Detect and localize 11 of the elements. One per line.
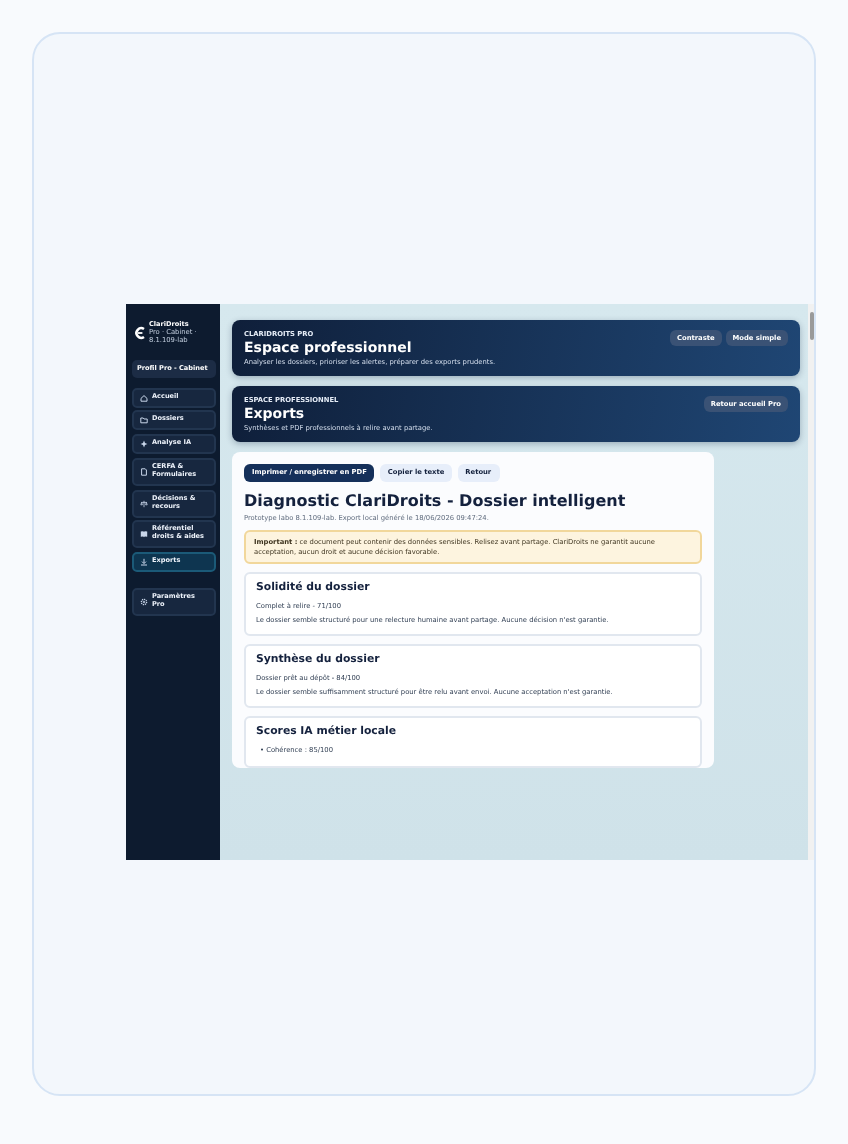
- scrollbar[interactable]: [808, 304, 814, 860]
- book-icon: [139, 530, 147, 539]
- home-icon: [139, 393, 147, 402]
- logo-icon: [133, 325, 145, 339]
- report-title: Diagnostic ClariDroits - Dossier intelligent: [244, 491, 628, 510]
- sparkle-icon: [139, 440, 147, 449]
- scales-icon: [139, 499, 147, 508]
- document-icon: [139, 467, 147, 476]
- settings-icon: [139, 597, 147, 606]
- folder-icon: [139, 416, 147, 425]
- download-icon: [139, 558, 147, 567]
